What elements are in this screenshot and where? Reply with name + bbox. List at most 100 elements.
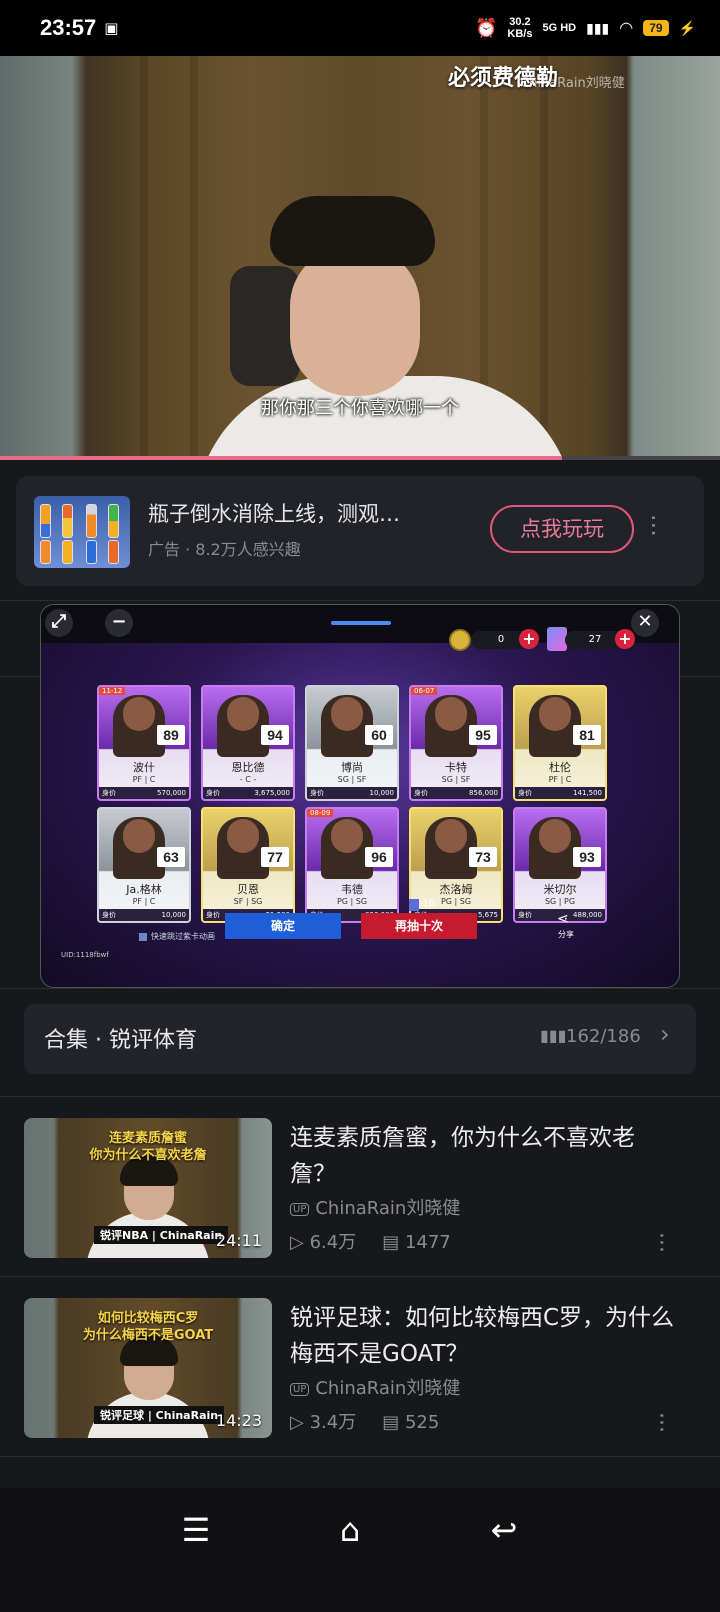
player-name: 米切尔: [543, 883, 577, 896]
video-player[interactable]: 必须费德勒 ChinaRain刘晓健 那你那三个你喜欢哪一个: [0, 56, 720, 460]
add-tickets-button[interactable]: +: [615, 629, 635, 649]
video-uploader[interactable]: UP ChinaRain刘晓健: [290, 1194, 460, 1220]
player-card[interactable]: 11-12 89 波什 PF | C 身价 570,000: [97, 685, 191, 801]
comment-count: 1477: [404, 1232, 451, 1253]
expand-icon[interactable]: ⤢: [45, 609, 73, 637]
thumb-caption-line: 连麦素质詹蜜: [108, 1131, 187, 1146]
player-position: PF | C: [132, 897, 156, 906]
price-label: 身价: [206, 789, 220, 797]
player-card[interactable]: 06-07 95 卡特 SG | SF 身价 856,000: [409, 685, 503, 801]
ad-cta-button[interactable]: 点我玩玩: [490, 505, 634, 553]
menu-icon[interactable]: ☰: [166, 1508, 226, 1552]
player-name: 韦德: [341, 883, 363, 896]
player-card[interactable]: 81 杜伦 PF | C 身价 141,500: [513, 685, 607, 801]
player-card[interactable]: 77贝恩SF | SG身价31,200: [201, 807, 295, 923]
up-badge: UP: [290, 1202, 310, 1216]
video-title[interactable]: 锐评足球：如何比较梅西C罗，为什么梅西不是GOAT？: [290, 1300, 680, 1372]
overall-rating: 81: [573, 725, 601, 745]
season-badge: 11-12: [99, 687, 126, 695]
up-badge: UP: [290, 1382, 310, 1396]
play-count-icon: ▷: [290, 1232, 310, 1253]
player-face: [435, 697, 467, 731]
video-duration: 24:11: [215, 1231, 262, 1250]
overall-rating: 93: [573, 847, 601, 867]
network-type: 5G HD: [542, 22, 577, 34]
skip-checkbox[interactable]: [139, 933, 147, 941]
season-badge: 06-07: [411, 687, 438, 695]
player-position: - C -: [239, 775, 257, 784]
video-uploader[interactable]: UP ChinaRain刘晓健: [290, 1374, 460, 1400]
thumb-caption: 如何比较梅西C罗 为什么梅西不是GOAT: [24, 1310, 272, 1344]
player-position: SF | SG: [233, 897, 263, 906]
video-subtitle: 那你那三个你喜欢哪一个: [261, 398, 459, 419]
price-value: 5,675: [477, 911, 498, 919]
player-position: SG | PG: [544, 897, 576, 906]
video-thumbnail[interactable]: 如何比较梅西C罗 为什么梅西不是GOAT 锐评足球 | ChinaRain 14:23: [24, 1298, 272, 1438]
more-options-icon[interactable]: ···: [648, 1232, 673, 1253]
channel-watermark: ChinaRain刘晓健: [520, 76, 625, 91]
overall-rating: 94: [261, 725, 289, 745]
tv-icon: ▣: [104, 19, 119, 37]
video-stats: ▷ 3.4万 ▤ 525: [290, 1408, 439, 1434]
thumb-caption-line: 为什么梅西不是GOAT: [82, 1328, 214, 1343]
back-icon[interactable]: ↩: [474, 1508, 534, 1552]
video-thumbnail[interactable]: 连麦素质詹蜜你为什么不喜欢老詹锐评NBA | ChinaRain 24:11: [24, 1118, 272, 1258]
price-row: 身价 856,000: [411, 787, 501, 799]
ad-thumbnail[interactable]: [34, 496, 130, 568]
close-icon[interactable]: ✕: [631, 609, 659, 637]
confirm-button[interactable]: 确定: [225, 913, 341, 939]
price-value: 3,675,000: [254, 789, 290, 797]
overall-rating: 60: [365, 725, 393, 745]
ad-title[interactable]: 瓶子倒水消除上线，测观…: [148, 498, 400, 528]
player-card[interactable]: 93 米切尔 SG | PG 身价 488,000: [513, 807, 607, 923]
player-face: [539, 697, 571, 731]
playlist-icon: ▮▮▮: [540, 1026, 567, 1045]
player-card[interactable]: 60 博尚 SG | SF 身价 10,000: [305, 685, 399, 801]
overall-rating: 89: [157, 725, 185, 745]
price-value: 10,000: [161, 911, 187, 919]
speed-unit: KB/s: [507, 28, 533, 40]
add-coins-button[interactable]: +: [519, 629, 539, 649]
divider: [0, 988, 720, 989]
player-card[interactable]: 63 Ja.格林 PF | C 身价 10,000: [97, 807, 191, 923]
player-name: 博尚: [341, 761, 363, 774]
share-label[interactable]: 分享: [551, 929, 581, 940]
price-label: 身价: [102, 911, 116, 919]
home-icon[interactable]: ⌂: [320, 1508, 380, 1552]
price-label: 身价: [206, 911, 220, 919]
ticket-icon: [547, 627, 567, 651]
thumb-tag: 锐评NBA | ChinaRain: [94, 1226, 229, 1244]
battery-level: 79: [643, 20, 669, 36]
player-card[interactable]: 08-0996韦德PG | SG身价896,000: [305, 807, 399, 923]
price-value: 856,000: [469, 789, 498, 797]
player-face: [539, 819, 571, 853]
progress-bar[interactable]: [0, 456, 562, 460]
more-options-icon[interactable]: ···: [648, 1412, 673, 1433]
floating-game-window[interactable]: ⤢ − ✕ 0 + 27 + 11-12 89 波什 PF | C 身价 570,000 9…: [40, 604, 680, 988]
presenter-hair: [270, 196, 435, 266]
comment-icon: ▤: [382, 1232, 405, 1253]
share-icon[interactable]: ⋖: [557, 911, 569, 927]
drag-handle[interactable]: [331, 621, 391, 625]
video-duration: 14:23: [215, 1411, 262, 1430]
thumb-tag: 锐评足球 | ChinaRain: [94, 1406, 225, 1424]
video-title[interactable]: 连麦素质詹蜜，你为什么不喜欢老詹？: [290, 1120, 680, 1192]
price-label: 身价: [310, 789, 324, 797]
signal-icon: ▮▮▮: [586, 19, 610, 36]
player-face: [331, 697, 363, 731]
thumb-caption-line: 你为什么不喜欢老詹: [89, 1148, 207, 1163]
ad-more-icon[interactable]: ···: [639, 514, 667, 537]
player-face: [331, 819, 363, 853]
chevron-right-icon[interactable]: ›: [660, 1020, 670, 1048]
alarm-icon: ⏰: [475, 17, 498, 38]
player-card[interactable]: 94 恩比德 - C - 身价 3,675,000: [201, 685, 295, 801]
redraw-ten-button[interactable]: 再抽十次: [361, 913, 477, 939]
collection-title[interactable]: 合集 · 锐评体育: [44, 1022, 197, 1054]
minimize-icon[interactable]: −: [105, 609, 133, 637]
price-label: 身价: [102, 789, 116, 797]
player-position: PF | C: [132, 775, 156, 784]
comment-count: 525: [404, 1412, 440, 1433]
status-bar: 23:57 ▣ ⏰ 30.2 KB/s 5G HD ▮▮▮ ◠ 79 ⚡: [0, 0, 720, 56]
price-row: 身价 10,000: [99, 909, 189, 921]
comment-icon: ▤: [382, 1412, 405, 1433]
